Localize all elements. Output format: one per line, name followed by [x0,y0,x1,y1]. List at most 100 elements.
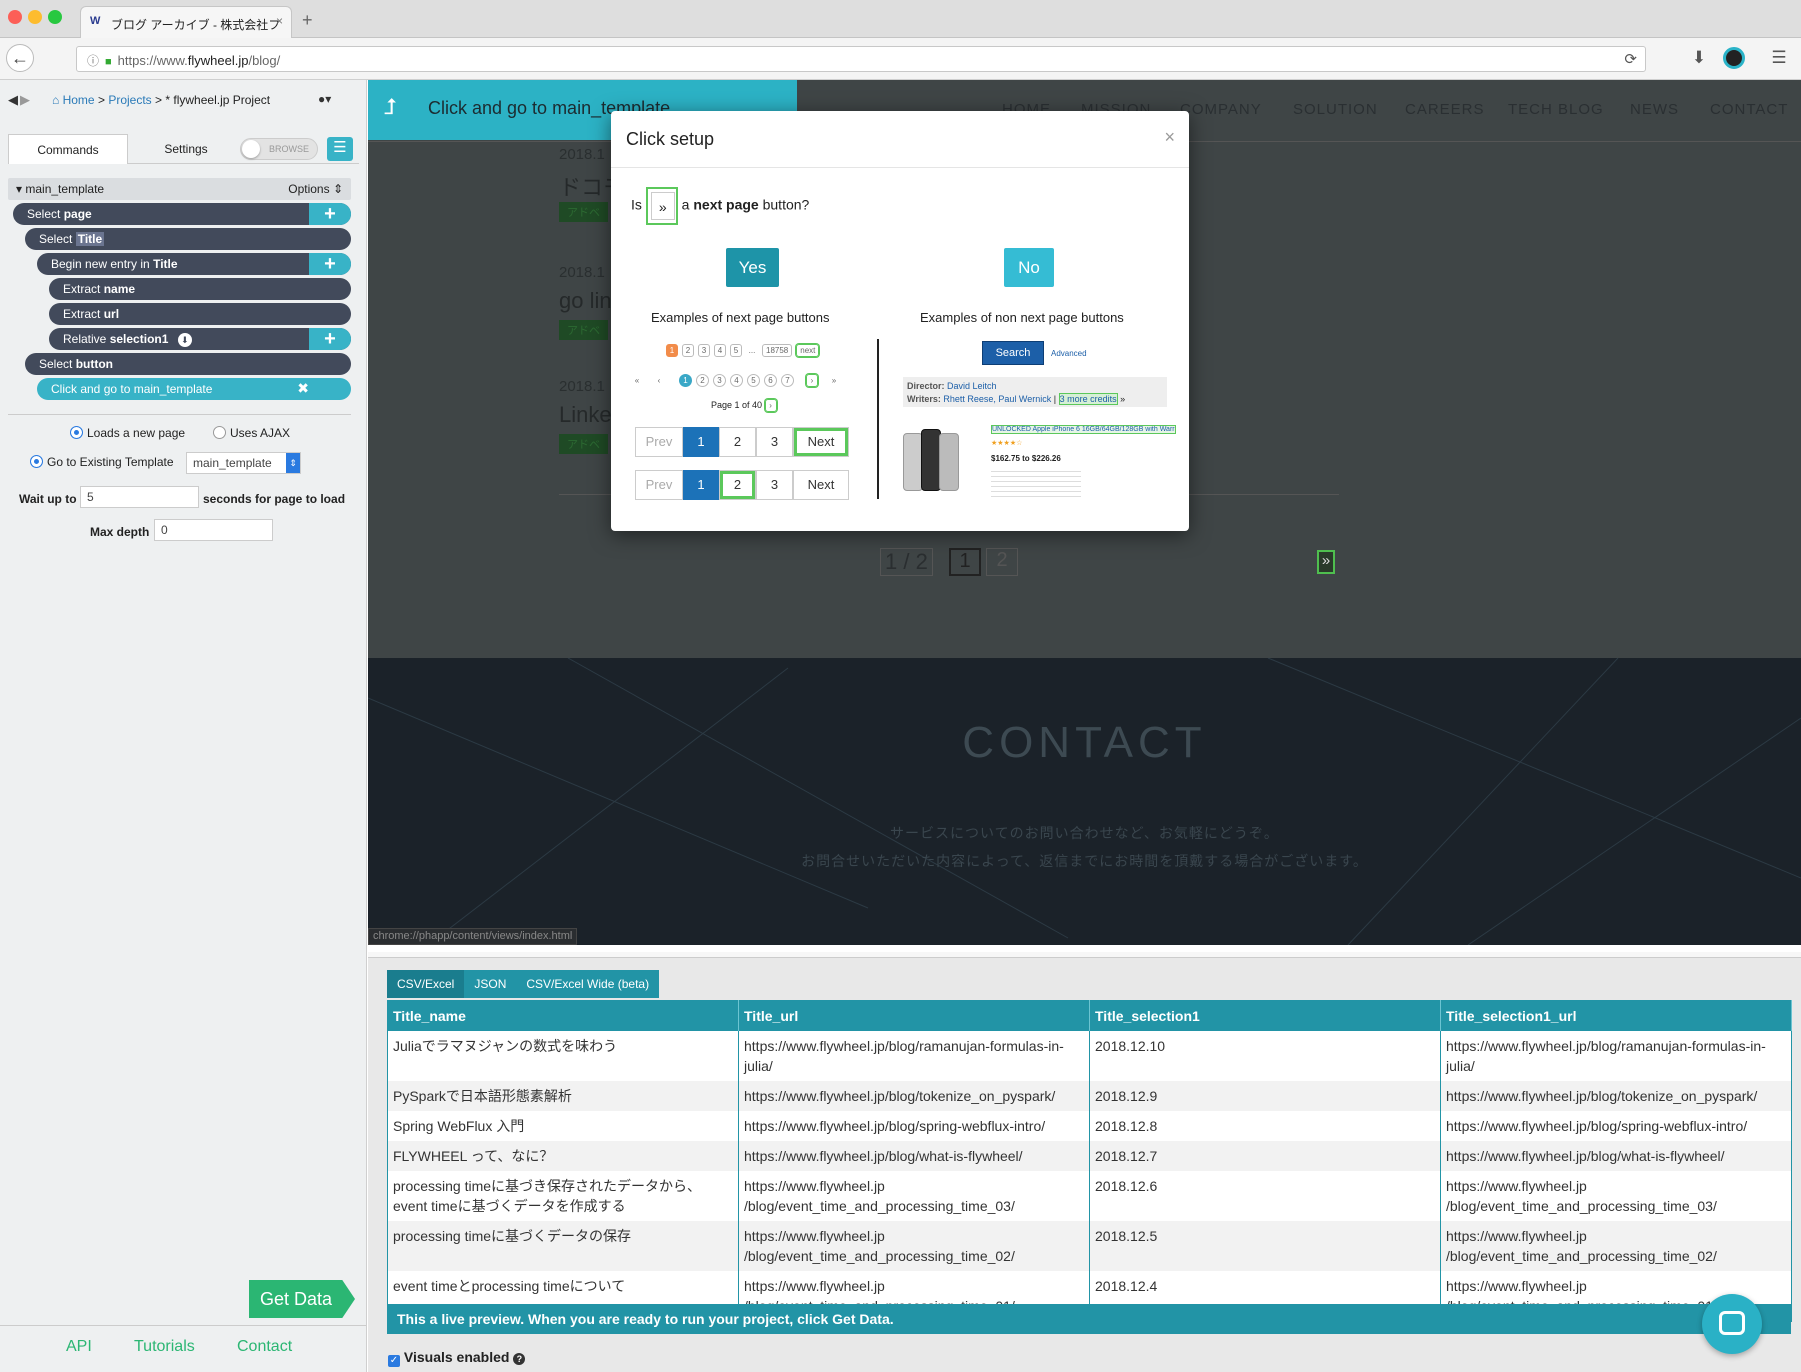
command-begin-entry[interactable]: Begin new entry in Title + [37,253,351,275]
table-cell: PySparkで日本語形態素解析 [387,1081,739,1111]
yes-button[interactable]: Yes [726,248,779,287]
user-menu-icon[interactable]: ●▾ [318,92,331,106]
delete-command-icon[interactable]: ✖ [297,380,309,397]
footer-tutorials-link[interactable]: Tutorials [134,1338,195,1356]
post-date: 2018.1 [559,378,605,395]
wait-seconds-input[interactable]: 5 [80,486,199,508]
browse-toggle[interactable]: BROWSE [240,138,318,160]
collapse-icon[interactable]: ▾ [16,182,22,196]
visuals-toggle[interactable]: ✓ Visuals enabled ? [388,1349,526,1367]
ex-page: 3 [756,427,793,457]
pagination-current[interactable]: 1 [949,548,981,576]
post-tag: アドベ [559,202,608,222]
add-command-icon[interactable]: + [309,328,351,350]
ex-prev: ‹ [657,376,661,385]
nav-news[interactable]: NEWS [1630,101,1679,118]
chat-launcher-button[interactable] [1702,1294,1762,1354]
post-title[interactable]: go lin [559,288,612,314]
relative-anchor-icon: ⬇ [177,333,192,347]
list-menu-icon[interactable]: ☰ [327,137,353,161]
examples-next-title: Examples of next page buttons [651,310,830,325]
options-label: Options [288,182,330,196]
max-depth-input[interactable]: 0 [154,519,273,541]
tab-settings[interactable]: Settings [134,134,238,164]
checkbox-checked-icon[interactable]: ✓ [388,1355,400,1367]
site-info-icon[interactable]: ⓘ [87,54,99,68]
browser-tab[interactable]: W ブログ アーカイブ - 株式会社フ × [80,6,292,38]
command-select-title[interactable]: Select Title [25,228,351,250]
ex-page: 1 [679,374,692,387]
nav-tech-blog[interactable]: TECH BLOG [1508,101,1604,118]
template-header[interactable]: ▾ main_template Options ⇕ [8,178,351,200]
modal-close-button[interactable]: × [1164,127,1175,148]
go-existing-template-option[interactable]: Go to Existing Template [30,455,174,469]
ex-page: 1 [683,470,719,500]
resize-handle[interactable] [368,952,1801,958]
table-cell: https://www.flywheel.jp/blog/spring-webf… [738,1111,1090,1141]
table-cell: 2018.12.5 [1089,1221,1441,1271]
ex-page: 7 [781,374,794,387]
command-click-go[interactable]: Click and go to main_template ✖ [37,378,351,400]
menu-icon[interactable]: ☰ [1768,48,1790,68]
download-icon[interactable]: ⬇ [1688,48,1710,68]
cmd-verb: Select [39,357,73,371]
nav-company[interactable]: COMPANY [1180,101,1262,118]
post-tag: アドベ [559,320,608,340]
post-title[interactable]: Linke [559,402,612,428]
caption-text: Page 1 of 40 [711,400,763,410]
q-glyph: » [650,192,675,220]
url-field[interactable]: ⓘ ■ https://www.flywheel.jp/blog/ ⟳ [76,46,1646,72]
contact-section: CONTACT サービスについてのお問い合わせなど、お気軽にどうぞ。 お問合せい… [368,658,1801,945]
loads-new-page-option[interactable]: Loads a new page [70,426,185,440]
get-data-button[interactable]: Get Data [249,1280,355,1318]
q-a: a [681,196,690,213]
nav-careers[interactable]: CAREERS [1405,101,1485,118]
uses-ajax-option[interactable]: Uses AJAX [213,426,290,440]
back-button[interactable]: ← [6,44,34,72]
nav-contact[interactable]: CONTACT [1710,101,1788,118]
tab-csv[interactable]: CSV/Excel [387,970,465,998]
footer-contact-link[interactable]: Contact [237,1338,292,1356]
question-element-preview: » [645,187,678,225]
tab-json[interactable]: JSON [464,970,516,998]
tab-commands[interactable]: Commands [8,134,128,164]
cmd-arg: Title [153,257,178,271]
breadcrumb-home[interactable]: Home [63,93,95,107]
tab-csv-wide[interactable]: CSV/Excel Wide (beta) [516,970,659,998]
maximize-window-button[interactable] [48,10,62,24]
template-options[interactable]: Options ⇕ [288,182,343,196]
nav-forward-icon[interactable]: ▶ [20,92,30,107]
ex-page: 2 [682,344,694,357]
footer-api-link[interactable]: API [66,1338,92,1356]
radio-selected-icon[interactable] [30,455,43,468]
command-select-page[interactable]: Select page + [13,203,351,225]
ex-writers-label: Writers: [907,394,941,404]
ex-more-arrow: » [1120,394,1126,404]
tab-close-icon[interactable]: × [276,14,283,28]
command-extract-name[interactable]: Extract name [49,278,351,300]
no-button[interactable]: No [1004,248,1054,287]
add-command-icon[interactable]: + [309,203,351,225]
next-page-button[interactable]: » [1317,550,1335,574]
close-window-button[interactable] [8,10,22,24]
table-header-row: Title_name Title_url Title_selection1 Ti… [387,1000,1792,1031]
add-command-icon[interactable]: + [309,253,351,275]
nav-solution[interactable]: SOLUTION [1293,101,1378,118]
radio-selected-icon[interactable] [70,426,83,439]
command-select-button[interactable]: Select button [25,353,351,375]
post-tag: アドベ [559,434,608,454]
command-extract-url[interactable]: Extract url [49,303,351,325]
help-icon[interactable]: ? [513,1353,526,1365]
template-select[interactable]: main_template ⇕ [186,452,301,474]
radio-empty-icon[interactable] [213,426,226,439]
reload-icon[interactable]: ⟳ [1624,50,1637,68]
command-relative-selection[interactable]: Relative selection1 ⬇ + [49,328,351,350]
minimize-window-button[interactable] [28,10,42,24]
nav-back-icon[interactable]: ◀ [8,92,18,107]
pagination-page-2[interactable]: 2 [986,548,1018,576]
go-up-icon: ⮥ [384,94,397,119]
breadcrumb-projects[interactable]: Projects [108,93,151,107]
table-cell: processing timeに基づくデータの保存 [387,1221,739,1271]
new-tab-button[interactable]: + [302,10,313,31]
parsehub-extension-icon[interactable] [1723,47,1745,69]
